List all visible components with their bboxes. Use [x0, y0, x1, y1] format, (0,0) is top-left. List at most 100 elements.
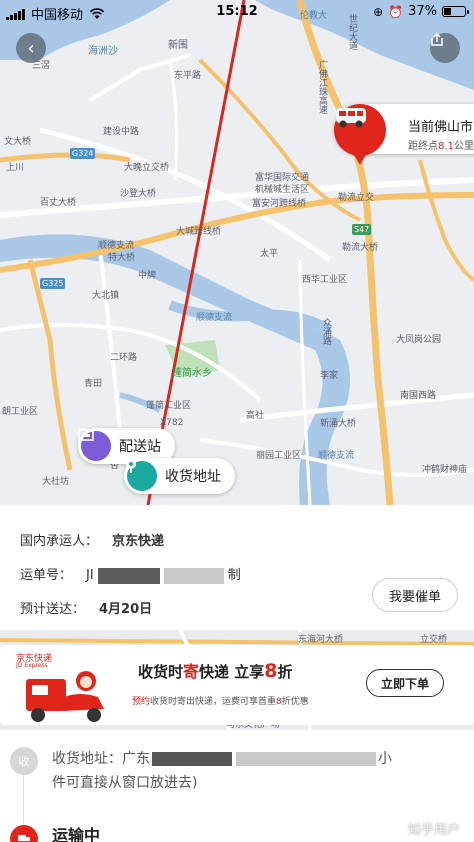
map-label-lijia: 李家	[320, 371, 339, 381]
address-redaction	[152, 752, 232, 766]
map-label-penghu-gongye: 蓬简工业区	[146, 401, 192, 411]
ad-banner[interactable]: 京东快递 JD Express 收货时寄快递 立享8折 预约收货时寄出快递，运费…	[0, 645, 474, 725]
map-canvas	[0, 0, 474, 505]
waybill-redaction	[97, 567, 160, 584]
map-label-dazhanli: 大晚立交桥	[124, 163, 170, 173]
receive-address: 收货地址：广东 小 件可直接从窗口放进去)	[52, 747, 462, 795]
carrier-row: 国内承运人： 京东快递	[20, 530, 164, 549]
ad-title-highlight: 寄	[183, 662, 200, 681]
address-line2: 件可直接从窗口放进去)	[52, 775, 198, 791]
distance-prefix: 距终点	[408, 141, 438, 152]
map-label-taiping: 太平	[260, 249, 279, 259]
waybill-suffix: 制	[227, 568, 241, 583]
ad-map-road2: 立交桥	[420, 635, 448, 645]
map-view[interactable]: 新围 海洲沙 东平路 伦教大 世纪大道 广佛江珠高速 三滘 建设中路 G324 …	[0, 0, 474, 505]
truck-status-icon	[10, 825, 38, 842]
carrier-value: 京东快递	[112, 534, 165, 549]
status-bar: 中国移动 15:12 ⊕ ⏰ 37%	[0, 0, 474, 24]
status-right: ⊕ ⏰ 37%	[373, 4, 469, 19]
map-label-penghushui: 蓬简水乡	[172, 368, 212, 379]
map-label-fuan: 富安河跨线桥	[252, 199, 307, 209]
ad-title-part2: 快递 立享	[199, 663, 265, 681]
map-label-shangchuan: 上川	[6, 163, 25, 173]
map-label-dongpinglu: 东平路	[174, 71, 202, 81]
map-label-dachengyou: 大城跨线桥	[176, 227, 222, 237]
map-label-haizhousha: 海洲沙	[88, 46, 118, 57]
map-label-erhuanlu: 二环路	[110, 353, 138, 363]
map-label-baiwenqiao: 百丈大桥	[40, 198, 77, 208]
address-label: 收货地址：广东	[52, 751, 150, 767]
map-label-xinwei: 新围	[168, 40, 188, 51]
ad-map-road1: 东海河大桥	[298, 635, 344, 645]
waybill-redaction-light	[163, 567, 224, 584]
address-tail: 小	[378, 751, 392, 767]
eta-value: 4月20日	[99, 602, 153, 617]
map-label-dafenggang: 大凤岗公园	[396, 335, 442, 345]
map-label-jixie: 机械城生活区	[255, 185, 310, 195]
waybill-row: 运单号： JI 制	[20, 564, 241, 584]
waybill-prefix: JI	[86, 568, 94, 583]
distance-unit: 公里	[453, 141, 474, 152]
map-label-tedaqiao: 特大桥	[108, 253, 136, 263]
road-badge-s47: S47	[352, 224, 372, 235]
order-now-button[interactable]: 立即下单	[366, 669, 444, 697]
carrier-label: 国内承运人：	[20, 534, 99, 549]
map-label-qingtian: 青田	[84, 379, 103, 389]
battery-icon	[442, 6, 469, 17]
distance-value: 8.1	[438, 141, 454, 152]
map-label-liwei: 丽园工业区	[256, 451, 302, 461]
battery-percent: 37%	[408, 4, 437, 19]
road-badge-g325: G325	[40, 278, 66, 289]
map-label-xinyong: 新涌大桥	[320, 419, 357, 429]
map-label-dabeizhen: 大北镇	[92, 291, 120, 301]
urge-order-button[interactable]: 我要催单	[372, 578, 458, 612]
map-label-zhonglu: 众涌路	[321, 318, 331, 345]
transit-status: 运输中	[52, 826, 101, 842]
ad-title-part1: 收货时	[138, 663, 184, 681]
timeline-line	[23, 771, 24, 831]
ad-subtitle: 预约收货时寄出快递，运费可享首重8折优惠	[132, 694, 309, 707]
map-label-jianshezhonglu: 建设中路	[103, 127, 140, 137]
map-label-shundezhiliu2: 顺德支流	[196, 313, 233, 323]
waybill-label: 运单号：	[20, 568, 73, 583]
map-label-shadengqiao: 沙登大桥	[120, 189, 157, 199]
receive-address-pill[interactable]: 收货地址	[124, 458, 235, 494]
map-label-chonghe: 冲鹤财神庙	[422, 465, 468, 475]
orientation-lock-icon: ⊕	[373, 4, 384, 19]
map-label-gaoshe: 高社	[246, 411, 265, 421]
share-icon	[431, 33, 443, 46]
ad-title-part3: 折	[277, 663, 293, 681]
truck-distance: 距终点8.1公里	[408, 137, 474, 152]
eta-row: 预计送达： 4月20日	[20, 598, 152, 617]
station-icon	[78, 429, 111, 461]
ad-sub-part2: 折优惠	[281, 697, 309, 707]
road-badge-g324: G324	[70, 148, 96, 159]
receive-badge: 收	[10, 747, 38, 775]
map-label-nanguoxi: 南国西路	[400, 391, 437, 401]
eta-label: 预计送达：	[20, 602, 86, 617]
address-redaction-light	[236, 752, 376, 766]
ad-title: 收货时寄快递 立享8折	[138, 658, 293, 682]
truck-marker[interactable]	[334, 104, 386, 165]
share-button[interactable]	[430, 33, 460, 63]
ad-title-num: 8	[264, 660, 278, 682]
map-label-zhongpai: 中牌	[138, 271, 157, 281]
map-label-qianli: 勒流立交	[338, 193, 375, 203]
map-label-guangfo: 广佛江珠高速	[317, 60, 327, 114]
ad-sub-part1: 收货时寄出快递，运费可享首重	[150, 697, 277, 707]
alarm-icon: ⏰	[388, 4, 404, 19]
location-pin-icon	[126, 459, 157, 491]
watermark: 知乎用户	[407, 823, 460, 838]
map-label-qinliu: 勒流大桥	[342, 243, 379, 253]
back-button[interactable]: ‹	[16, 33, 46, 63]
receive-label: 收货地址	[165, 469, 221, 485]
delivery-mascot-icon	[26, 671, 104, 722]
chevron-left-icon: ‹	[27, 37, 35, 59]
truck-current-city: 当前佛山市	[408, 120, 474, 135]
map-label-x782: X782	[160, 418, 184, 428]
map-label-dasheng: 大社坊	[42, 477, 70, 487]
ad-sub-highlight: 预约	[132, 697, 151, 707]
truck-icon	[336, 108, 366, 128]
map-label-shundezhiliu3: 顺德支流	[318, 451, 355, 461]
map-label-langgong: 朗工业区	[2, 407, 39, 417]
